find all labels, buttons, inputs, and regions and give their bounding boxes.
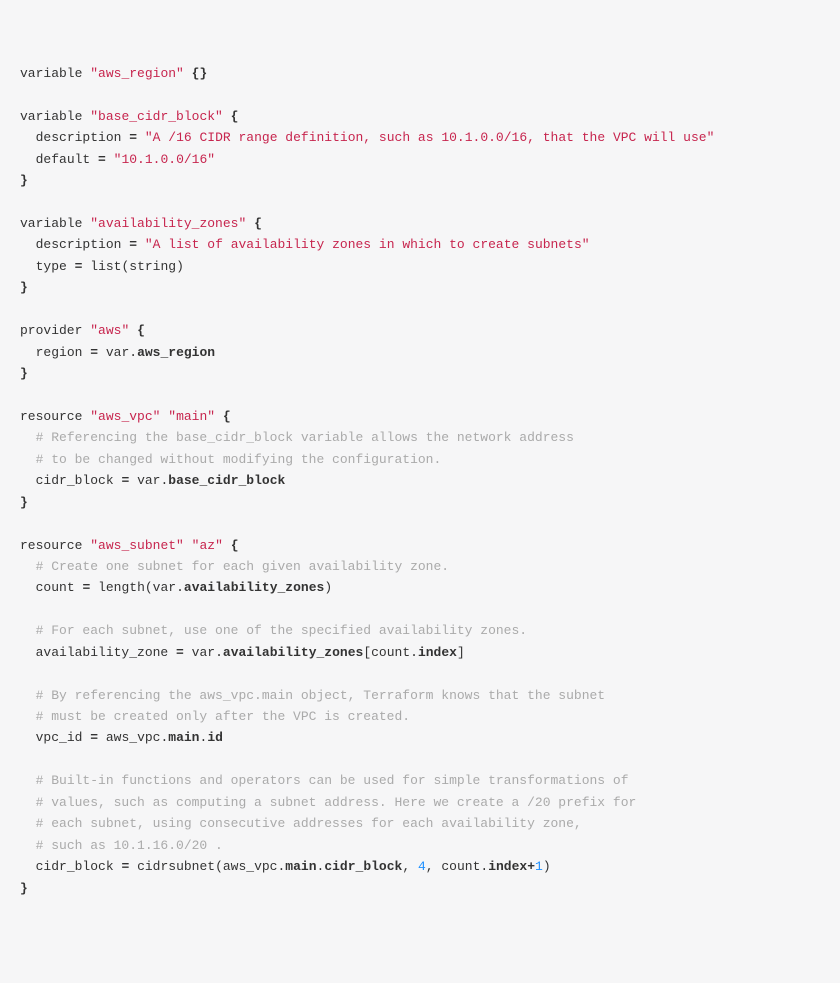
equals: = bbox=[121, 473, 129, 488]
string: "availability_zones" bbox=[90, 216, 246, 231]
string: "A /16 CIDR range definition, such as 10… bbox=[145, 130, 715, 145]
code-text: type bbox=[36, 259, 67, 274]
code-text: aws_vpc. bbox=[106, 730, 168, 745]
code-block: variable "aws_region" {} variable "base_… bbox=[20, 63, 820, 899]
comment: # must be created only after the VPC is … bbox=[36, 709, 410, 724]
string: "aws" bbox=[90, 323, 129, 338]
equals: = bbox=[75, 259, 83, 274]
comment: # For each subnet, use one of the specif… bbox=[36, 623, 527, 638]
code-text: cidr_block bbox=[36, 473, 114, 488]
code-text: cidr_block bbox=[36, 859, 114, 874]
code-text: cidr_block bbox=[324, 859, 402, 874]
comment: # Referencing the base_cidr_block variab… bbox=[36, 430, 574, 445]
code-text: description bbox=[36, 237, 122, 252]
equals: = bbox=[129, 130, 137, 145]
string: "main" bbox=[168, 409, 215, 424]
code-text: count bbox=[36, 580, 75, 595]
equals: = bbox=[129, 237, 137, 252]
number: 1 bbox=[535, 859, 543, 874]
code-text: var. bbox=[106, 345, 137, 360]
equals: = bbox=[176, 645, 184, 660]
comment: # such as 10.1.16.0/20 . bbox=[36, 838, 223, 853]
code-text: ) bbox=[324, 580, 332, 595]
code-text: [count. bbox=[363, 645, 418, 660]
comment: # Create one subnet for each given avail… bbox=[36, 559, 449, 574]
comment: # Built-in functions and operators can b… bbox=[36, 773, 629, 788]
code-text: variable bbox=[20, 109, 82, 124]
brace: } bbox=[20, 366, 28, 381]
code-text: list(string) bbox=[90, 259, 184, 274]
brace: { bbox=[231, 109, 239, 124]
code-text: length(var. bbox=[98, 580, 184, 595]
code-text: main bbox=[285, 859, 316, 874]
code-text: default bbox=[36, 152, 91, 167]
code-text: index bbox=[488, 859, 527, 874]
code-text: id bbox=[207, 730, 223, 745]
code-text: , count. bbox=[426, 859, 488, 874]
comment: # By referencing the aws_vpc.main object… bbox=[36, 688, 606, 703]
brace: } bbox=[20, 881, 28, 896]
string: "base_cidr_block" bbox=[90, 109, 223, 124]
brace: { bbox=[223, 409, 231, 424]
brace: } bbox=[20, 495, 28, 510]
string: "aws_subnet" bbox=[90, 538, 184, 553]
string: "aws_vpc" bbox=[90, 409, 160, 424]
operator: + bbox=[527, 859, 535, 874]
code-text: var. bbox=[137, 473, 168, 488]
code-text: provider bbox=[20, 323, 82, 338]
code-text: ] bbox=[457, 645, 465, 660]
code-text: availability_zone bbox=[36, 645, 169, 660]
number: 4 bbox=[418, 859, 426, 874]
equals: = bbox=[82, 580, 90, 595]
string: "10.1.0.0/16" bbox=[114, 152, 215, 167]
equals: = bbox=[121, 859, 129, 874]
code-text: cidrsubnet(aws_vpc. bbox=[137, 859, 285, 874]
code-text: index bbox=[418, 645, 457, 660]
code-text: base_cidr_block bbox=[168, 473, 285, 488]
code-text: availability_zones bbox=[184, 580, 324, 595]
string: "A list of availability zones in which t… bbox=[145, 237, 590, 252]
code-text: var. bbox=[192, 645, 223, 660]
equals: = bbox=[98, 152, 106, 167]
code-text: resource bbox=[20, 409, 82, 424]
equals: = bbox=[90, 345, 98, 360]
code-text: , bbox=[402, 859, 418, 874]
code-text: main bbox=[168, 730, 199, 745]
code-text: description bbox=[36, 130, 122, 145]
equals: = bbox=[90, 730, 98, 745]
code-text: ) bbox=[543, 859, 551, 874]
brace: } bbox=[20, 173, 28, 188]
comment: # to be changed without modifying the co… bbox=[36, 452, 442, 467]
string: "aws_region" bbox=[90, 66, 184, 81]
code-text: aws_region bbox=[137, 345, 215, 360]
code-text: variable bbox=[20, 216, 82, 231]
code-text: region bbox=[36, 345, 83, 360]
brace: { bbox=[137, 323, 145, 338]
comment: # each subnet, using consecutive address… bbox=[36, 816, 582, 831]
code-text: . bbox=[317, 859, 325, 874]
string: "az" bbox=[192, 538, 223, 553]
brace: { bbox=[231, 538, 239, 553]
code-text: vpc_id bbox=[36, 730, 83, 745]
brace: } bbox=[20, 280, 28, 295]
code-text: availability_zones bbox=[223, 645, 363, 660]
comment: # values, such as computing a subnet add… bbox=[36, 795, 637, 810]
code-text: resource bbox=[20, 538, 82, 553]
brace: {} bbox=[192, 66, 208, 81]
brace: { bbox=[254, 216, 262, 231]
code-text: variable bbox=[20, 66, 82, 81]
